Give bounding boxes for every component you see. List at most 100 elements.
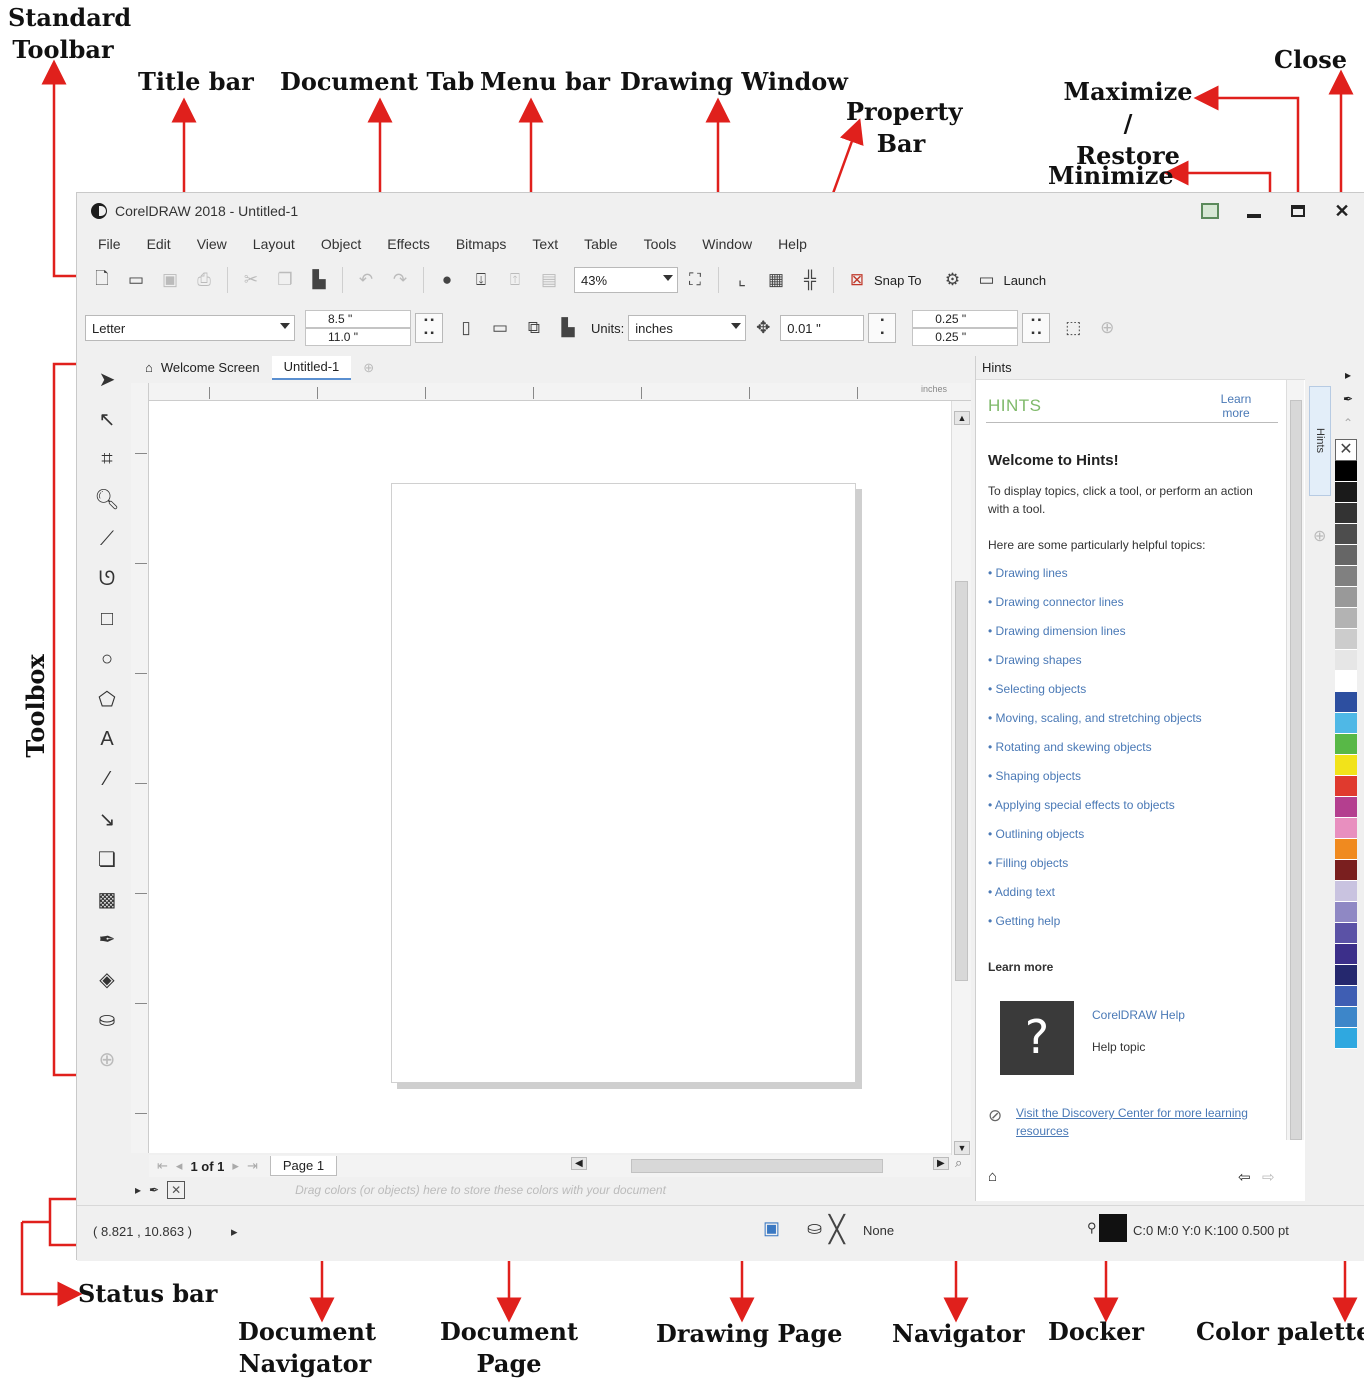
color-swatch[interactable]: [1335, 797, 1357, 818]
page-size-combo[interactable]: Letter: [85, 315, 295, 341]
polygon-tool-icon[interactable]: ⬠: [87, 679, 127, 719]
hint-topic-link[interactable]: • Drawing connector lines: [988, 595, 1124, 609]
hint-topic-link[interactable]: • Rotating and skewing objects: [988, 740, 1152, 754]
transparency-tool-icon[interactable]: ▩: [87, 879, 127, 919]
text-tool-icon[interactable]: A: [87, 719, 127, 759]
rectangle-tool-icon[interactable]: □: [87, 599, 127, 639]
menu-text[interactable]: Text: [519, 236, 571, 252]
color-swatch[interactable]: [1335, 923, 1357, 944]
shape-tool-icon[interactable]: ↖: [87, 399, 127, 439]
menu-edit[interactable]: Edit: [134, 236, 184, 252]
artistic-media-icon[interactable]: ᘎ: [87, 559, 127, 599]
color-swatch[interactable]: [1335, 902, 1357, 923]
menu-help[interactable]: Help: [765, 236, 820, 252]
menu-effects[interactable]: Effects: [374, 236, 443, 252]
expand-status-icon[interactable]: ▸: [231, 1224, 238, 1240]
title-bar[interactable]: CorelDRAW 2018 - Untitled-1 ✕: [77, 193, 1364, 229]
tray-eyedropper-icon[interactable]: ✒: [149, 1183, 159, 1197]
nudge-stepper[interactable]: ▪ ▪: [868, 313, 897, 343]
launch-dropdown[interactable]: Launch: [1003, 273, 1046, 288]
menu-bitmaps[interactable]: Bitmaps: [443, 236, 520, 252]
hint-topic-link[interactable]: • Getting help: [988, 914, 1060, 928]
scroll-left-button[interactable]: ◀: [571, 1157, 587, 1170]
color-swatch[interactable]: [1335, 671, 1357, 692]
connector-tool-icon[interactable]: ↘: [87, 799, 127, 839]
color-swatch[interactable]: [1335, 839, 1357, 860]
pick-tool-icon[interactable]: ➤: [87, 359, 127, 399]
palette-eyedropper-icon[interactable]: ✒: [1337, 387, 1359, 411]
hint-topic-link[interactable]: • Selecting objects: [988, 682, 1086, 696]
color-swatch[interactable]: [1335, 461, 1357, 482]
docker-tab-hints[interactable]: Hints: [1309, 386, 1331, 496]
menu-object[interactable]: Object: [308, 236, 374, 252]
menu-tools[interactable]: Tools: [631, 236, 690, 252]
docker-header[interactable]: Hints: [976, 356, 1305, 380]
full-screen-preview-icon[interactable]: ⛶: [684, 269, 706, 291]
color-swatch[interactable]: [1335, 629, 1357, 650]
vertical-ruler[interactable]: [131, 383, 149, 1153]
color-swatch[interactable]: [1335, 650, 1357, 671]
freehand-tool-icon[interactable]: ⟋: [87, 519, 127, 559]
redo-icon[interactable]: ↷: [389, 269, 411, 291]
hint-topic-link[interactable]: • Drawing shapes: [988, 653, 1082, 667]
color-swatch[interactable]: [1335, 482, 1357, 503]
scroll-up-button[interactable]: ▲: [954, 411, 970, 425]
maximize-button[interactable]: [1276, 193, 1320, 229]
bleed-icon[interactable]: ⬚: [1062, 317, 1084, 339]
color-swatch[interactable]: [1335, 881, 1357, 902]
tray-expand-icon[interactable]: ▸: [135, 1183, 141, 1197]
color-swatch[interactable]: [1335, 986, 1357, 1007]
import-icon[interactable]: ⍗: [470, 269, 492, 291]
color-swatch[interactable]: [1335, 587, 1357, 608]
export-icon[interactable]: ⍐: [504, 269, 526, 291]
show-guidelines-icon[interactable]: ╬: [799, 269, 821, 291]
drop-shadow-icon[interactable]: ❏: [87, 839, 127, 879]
page-tab[interactable]: Page 1: [269, 1156, 338, 1176]
menu-table[interactable]: Table: [571, 236, 630, 252]
add-docker-icon[interactable]: ⊕: [1313, 526, 1326, 546]
no-color-swatch-icon[interactable]: ✕: [167, 1181, 186, 1199]
print-icon[interactable]: ⎙: [193, 269, 215, 291]
menu-view[interactable]: View: [184, 236, 240, 252]
portrait-icon[interactable]: ▯: [455, 317, 477, 339]
previous-page-icon[interactable]: ◂: [176, 1158, 183, 1174]
duplicate-stepper[interactable]: ▪ ▪ ▪ ▪: [1022, 313, 1051, 343]
interactive-fill-icon[interactable]: ◈: [87, 959, 127, 999]
duplicate-x-field[interactable]: 0.25 ": [912, 310, 1019, 328]
color-swatch[interactable]: [1335, 692, 1357, 713]
snap-to-dropdown[interactable]: Snap To: [874, 273, 921, 288]
menu-layout[interactable]: Layout: [240, 236, 308, 252]
tab-welcome-screen[interactable]: ⌂ Welcome Screen: [133, 356, 272, 380]
drawing-page[interactable]: [391, 483, 856, 1083]
help-question-icon[interactable]: ?: [1000, 1001, 1074, 1075]
back-arrow-icon[interactable]: ⇦: [1238, 1168, 1251, 1186]
color-swatch[interactable]: [1335, 965, 1357, 986]
forward-arrow-icon[interactable]: ⇨: [1262, 1168, 1275, 1186]
options-gear-icon[interactable]: ⚙: [941, 269, 963, 291]
scroll-right-button[interactable]: ▶: [933, 1157, 949, 1170]
color-swatch[interactable]: [1335, 524, 1357, 545]
parallel-dimension-icon[interactable]: ⁄: [87, 759, 127, 799]
hint-topic-link[interactable]: • Filling objects: [988, 856, 1068, 870]
tab-untitled-1[interactable]: Untitled-1: [271, 356, 352, 380]
next-page-icon[interactable]: ▸: [232, 1158, 239, 1174]
horizontal-scroll-thumb[interactable]: [631, 1159, 883, 1173]
color-swatch[interactable]: [1335, 503, 1357, 524]
last-page-icon[interactable]: ⇥: [247, 1158, 258, 1174]
color-swatch[interactable]: [1335, 734, 1357, 755]
account-button[interactable]: [1188, 193, 1232, 229]
menu-window[interactable]: Window: [689, 236, 765, 252]
document-palette[interactable]: ▸ ✒ ✕ Drag colors (or objects) here to s…: [135, 1179, 971, 1201]
duplicate-y-field[interactable]: 0.25 ": [912, 328, 1019, 346]
close-button[interactable]: ✕: [1320, 193, 1364, 229]
page-width-field[interactable]: 8.5 ": [305, 310, 411, 328]
open-icon[interactable]: ▭: [125, 269, 147, 291]
add-tool-icon[interactable]: ⊕: [87, 1039, 127, 1079]
nudge-distance-field[interactable]: 0.01 ": [780, 315, 865, 341]
navigator-icon[interactable]: ⌕: [955, 1155, 962, 1171]
show-rulers-icon[interactable]: ⌞: [731, 269, 753, 291]
cut-icon[interactable]: ✂: [240, 269, 262, 291]
zoom-level-combo[interactable]: 43%: [574, 267, 678, 293]
hint-topic-link[interactable]: • Moving, scaling, and stretching object…: [988, 711, 1202, 725]
paste-icon[interactable]: ▙: [308, 269, 330, 291]
